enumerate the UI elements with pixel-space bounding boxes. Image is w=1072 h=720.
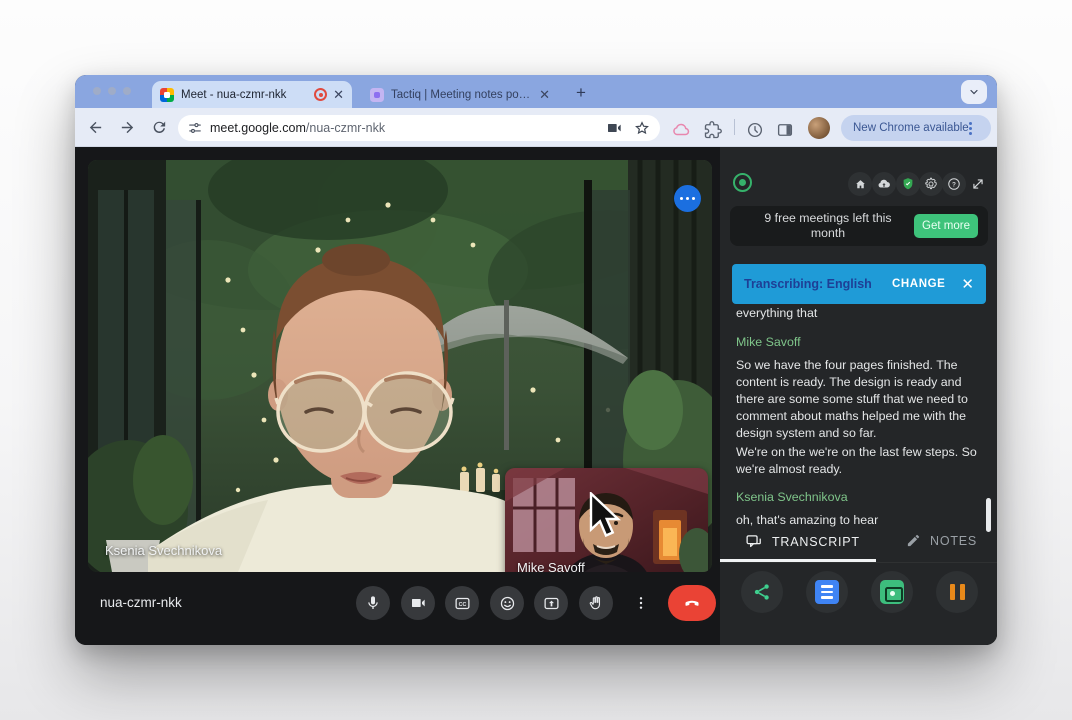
screenshot-camera-icon xyxy=(880,580,904,604)
tab-meet[interactable]: Meet - nua-czmr-nkk ✕ xyxy=(152,81,352,108)
tab-strip: Meet - nua-czmr-nkk ✕ Tactiq | Meeting n… xyxy=(75,75,997,108)
transcribing-banner: Transcribing: English CHANGE ✕ xyxy=(732,264,986,304)
chat-icon xyxy=(744,533,763,550)
lens-extension-icon[interactable] xyxy=(746,121,764,139)
tab-tactiq[interactable]: Tactiq | Meeting notes powe ✕ xyxy=(362,81,558,108)
pause-button[interactable] xyxy=(936,571,978,613)
tab-camera-icon[interactable] xyxy=(606,120,622,136)
tab-close-icon[interactable]: ✕ xyxy=(539,88,550,101)
participant-name-label: Ksenia Svechnikova xyxy=(105,543,222,558)
camera-button[interactable] xyxy=(401,586,435,620)
share-button[interactable] xyxy=(741,571,783,613)
tab-close-icon[interactable]: ✕ xyxy=(333,88,344,101)
desktop: Meet - nua-czmr-nkk ✕ Tactiq | Meeting n… xyxy=(0,0,1072,720)
close-icon[interactable]: ✕ xyxy=(961,277,974,292)
recording-indicator-icon xyxy=(314,88,327,101)
transcript-speaker: Mike Savoff xyxy=(736,334,982,351)
google-docs-icon xyxy=(815,580,839,604)
pencil-icon xyxy=(906,533,921,548)
reload-icon[interactable] xyxy=(151,119,168,141)
screenshot-button[interactable] xyxy=(871,571,913,613)
profile-avatar[interactable] xyxy=(808,117,830,139)
get-more-button[interactable]: Get more xyxy=(914,214,978,238)
back-icon[interactable] xyxy=(87,119,104,141)
home-icon[interactable] xyxy=(848,172,872,196)
tab-notes[interactable]: NOTES xyxy=(906,533,977,548)
extensions-puzzle-icon[interactable] xyxy=(704,121,722,139)
pause-icon xyxy=(950,584,965,600)
help-icon[interactable]: ? xyxy=(942,172,966,196)
tactiq-sidebar: ? 9 free meetings left this month Get mo… xyxy=(720,147,997,645)
transcript-paragraph: So we have the four pages finished. The … xyxy=(736,357,982,442)
svg-text:?: ? xyxy=(952,182,956,189)
tactiq-actions-bar xyxy=(720,562,997,645)
svg-text:CC: CC xyxy=(458,601,466,607)
share-icon xyxy=(752,582,772,602)
tactiq-logo-icon xyxy=(733,173,752,192)
bookmark-star-icon[interactable] xyxy=(634,120,650,136)
window-minimize-button[interactable] xyxy=(108,87,116,95)
meet-favicon-icon xyxy=(160,88,174,102)
address-bar[interactable]: meet.google.com/nua-czmr-nkk xyxy=(178,115,660,141)
mic-button[interactable] xyxy=(356,586,390,620)
quota-text: 9 free meetings left this month xyxy=(748,210,908,242)
present-button[interactable] xyxy=(534,586,568,620)
meeting-code-label: nua-czmr-nkk xyxy=(100,595,182,610)
more-options-button[interactable] xyxy=(624,586,658,620)
new-chrome-available-button[interactable]: New Chrome available xyxy=(841,115,991,141)
transcript-paragraph: We're on the we're on the last few steps… xyxy=(736,444,982,478)
new-chrome-label: New Chrome available xyxy=(853,122,969,134)
transcript-paragraph: oh, that's amazing to hear xyxy=(736,512,982,529)
meet-page: Ksenia Svechnikova xyxy=(75,147,997,645)
google-docs-button[interactable] xyxy=(806,571,848,613)
reactions-button[interactable] xyxy=(490,586,524,620)
side-panel-icon[interactable] xyxy=(776,121,794,139)
captions-button[interactable]: CC xyxy=(445,586,479,620)
popout-icon[interactable] xyxy=(966,172,990,196)
end-call-button[interactable] xyxy=(668,585,716,621)
tab-transcript[interactable]: TRANSCRIPT xyxy=(744,533,860,550)
mouse-cursor xyxy=(588,492,630,540)
settings-gear-icon[interactable] xyxy=(919,172,943,196)
raise-hand-button[interactable] xyxy=(579,586,613,620)
new-tab-button[interactable]: + xyxy=(569,81,593,105)
cloud-upload-icon[interactable] xyxy=(872,172,896,196)
main-video-tile[interactable]: Ksenia Svechnikova xyxy=(88,160,712,572)
transcript-partial: everything that xyxy=(736,305,982,322)
more-vert-icon[interactable] xyxy=(969,122,983,135)
tab-search-chevron-icon[interactable] xyxy=(961,80,987,104)
pink-extension-icon[interactable] xyxy=(672,121,690,139)
sidebar-scrollbar[interactable] xyxy=(986,498,991,532)
browser-window: Meet - nua-czmr-nkk ✕ Tactiq | Meeting n… xyxy=(75,75,997,645)
shield-check-icon[interactable] xyxy=(896,172,920,196)
url-text[interactable]: meet.google.com/nua-czmr-nkk xyxy=(210,121,594,135)
change-language-button[interactable]: CHANGE xyxy=(892,278,945,290)
tune-icon[interactable] xyxy=(188,121,202,135)
transcribing-label: Transcribing: English xyxy=(744,277,892,291)
quota-card: 9 free meetings left this month Get more xyxy=(730,206,988,246)
forward-icon[interactable] xyxy=(119,119,136,141)
tab-title: Tactiq | Meeting notes powe xyxy=(391,89,532,101)
tactiq-favicon-icon xyxy=(370,88,384,102)
toolbar-divider xyxy=(734,119,735,135)
participant-name-label: Mike Savoff xyxy=(517,560,585,572)
transcript-speaker: Ksenia Svechnikova xyxy=(736,489,982,506)
typing-bubble-icon[interactable] xyxy=(674,185,701,212)
tab-title: Meet - nua-czmr-nkk xyxy=(181,89,307,101)
window-maximize-button[interactable] xyxy=(123,87,131,95)
window-close-button[interactable] xyxy=(93,87,101,95)
